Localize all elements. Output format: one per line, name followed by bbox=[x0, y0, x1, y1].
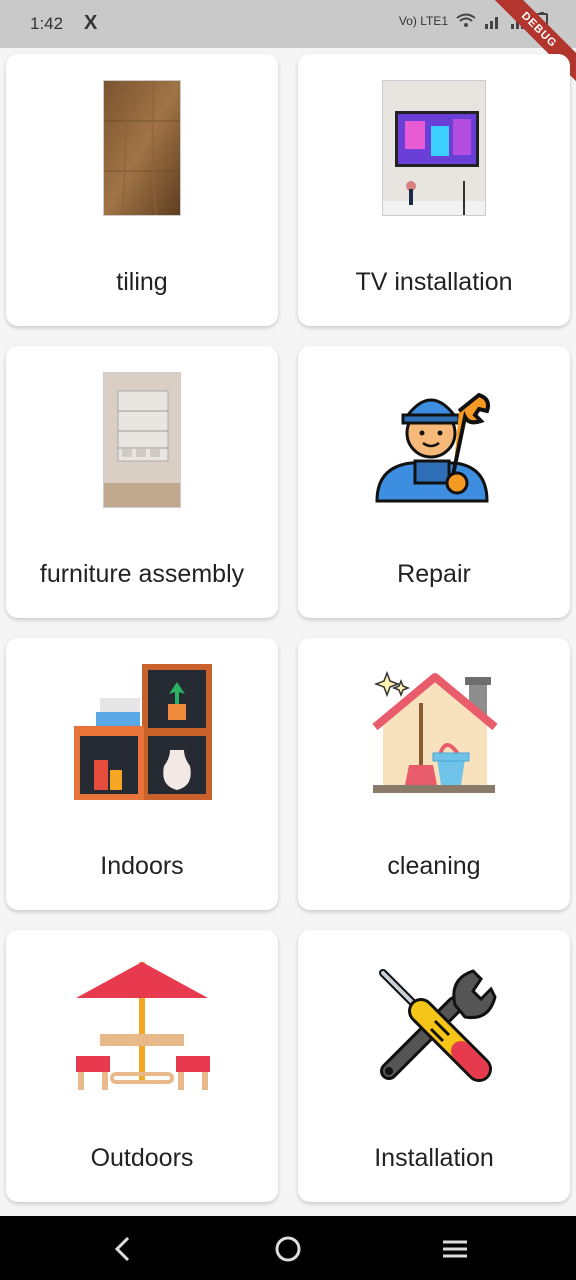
category-label: Repair bbox=[397, 560, 471, 588]
category-label: Installation bbox=[374, 1144, 494, 1172]
category-card-tiling[interactable]: tiling bbox=[6, 54, 278, 326]
home-icon[interactable] bbox=[273, 1234, 303, 1264]
x-app-icon: X bbox=[84, 12, 98, 34]
category-grid: tiling TV installation furniture assembl… bbox=[6, 54, 572, 1202]
network-label: Vo) LTE1 bbox=[398, 14, 448, 28]
house-cleaning-icon bbox=[364, 662, 504, 802]
category-card-repair[interactable]: Repair bbox=[298, 346, 570, 618]
wifi-icon bbox=[456, 13, 476, 27]
back-icon[interactable] bbox=[108, 1234, 138, 1264]
tv-wall-photo bbox=[364, 78, 504, 218]
status-time: 1:42 bbox=[30, 14, 64, 33]
category-label: TV installation bbox=[355, 268, 513, 296]
category-card-indoors[interactable]: Indoors bbox=[6, 638, 278, 910]
repairman-icon bbox=[364, 370, 504, 510]
category-card-cleaning[interactable]: cleaning bbox=[298, 638, 570, 910]
category-card-tv-installation[interactable]: TV installation bbox=[298, 54, 570, 326]
wall-shelf-photo bbox=[72, 370, 212, 510]
wrench-screwdriver-icon bbox=[364, 954, 504, 1094]
category-card-furniture-assembly[interactable]: furniture assembly bbox=[6, 346, 278, 618]
status-bar: 1:42 X Vo) LTE1 DEBUG bbox=[0, 0, 576, 91]
category-card-outdoors[interactable]: Outdoors bbox=[6, 930, 278, 1202]
signal-icon bbox=[485, 17, 498, 29]
category-label: Indoors bbox=[100, 852, 184, 880]
system-nav-bar bbox=[0, 1216, 576, 1280]
category-label: cleaning bbox=[387, 852, 481, 880]
category-card-installation[interactable]: Installation bbox=[298, 930, 570, 1202]
wood-floor-photo bbox=[72, 78, 212, 218]
category-label: furniture assembly bbox=[39, 560, 245, 588]
indoor-shelf-icon bbox=[72, 662, 212, 802]
category-label: Outdoors bbox=[90, 1144, 194, 1172]
category-label: tiling bbox=[116, 268, 168, 296]
recent-apps-icon[interactable] bbox=[440, 1234, 470, 1264]
outdoor-table-umbrella-icon bbox=[72, 954, 212, 1094]
